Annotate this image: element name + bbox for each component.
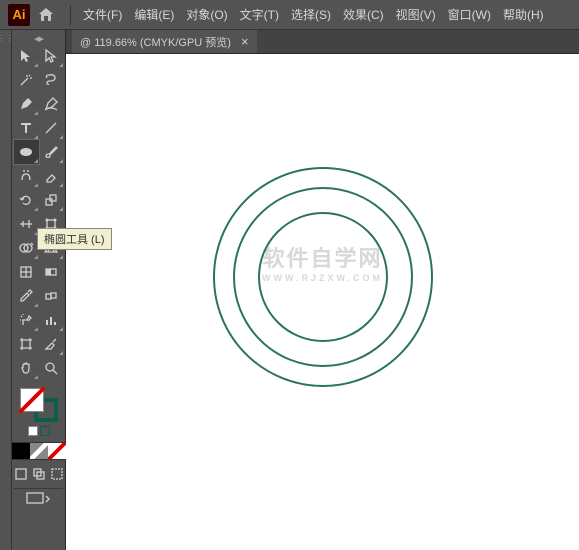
shaper-tool[interactable]: [14, 164, 39, 188]
ellipse-tool[interactable]: [14, 140, 39, 164]
eraser-tool[interactable]: [39, 164, 64, 188]
menu-select[interactable]: 选择(S): [285, 6, 337, 23]
menu-type[interactable]: 文字(T): [234, 6, 285, 23]
menu-window[interactable]: 窗口(W): [442, 6, 497, 23]
mesh-tool[interactable]: [14, 260, 39, 284]
menu-view[interactable]: 视图(V): [390, 6, 442, 23]
draw-normal-icon[interactable]: [13, 466, 29, 482]
app-logo: Ai: [8, 4, 30, 26]
color-controls: [14, 386, 63, 484]
type-tool[interactable]: [14, 116, 39, 140]
direct-selection-tool[interactable]: [39, 44, 64, 68]
width-tool[interactable]: [14, 212, 39, 236]
app-logo-text: Ai: [13, 7, 26, 22]
draw-mode-row: [13, 466, 65, 482]
document-tab-title: @ 119.66% (CMYK/GPU 预览): [80, 34, 231, 50]
lasso-tool[interactable]: [39, 68, 64, 92]
close-icon[interactable]: ×: [241, 34, 249, 49]
pen-tool[interactable]: [14, 92, 39, 116]
color-mode-row: [11, 442, 67, 460]
menu-object[interactable]: 对象(O): [180, 6, 233, 23]
menu-bar: Ai 文件(F) 编辑(E) 对象(O) 文字(T) 选择(S) 效果(C) 视…: [0, 0, 579, 30]
default-colors-icon[interactable]: [28, 426, 38, 436]
divider: [70, 5, 71, 25]
selection-tool[interactable]: [14, 44, 39, 68]
fill-stroke-control[interactable]: [20, 388, 58, 422]
toolbox-header[interactable]: ◀▶: [14, 34, 63, 44]
line-segment-tool[interactable]: [39, 116, 64, 140]
home-icon[interactable]: [36, 5, 56, 25]
slice-tool[interactable]: [39, 332, 64, 356]
color-swatch-solid[interactable]: [12, 443, 30, 459]
artwork-circles[interactable]: [213, 167, 433, 387]
shape-builder-tool[interactable]: [14, 236, 39, 260]
eyedropper-tool[interactable]: [14, 284, 39, 308]
artboard-tool[interactable]: [14, 332, 39, 356]
draw-inside-icon[interactable]: [49, 466, 65, 482]
document-tab[interactable]: @ 119.66% (CMYK/GPU 预览) ×: [72, 30, 257, 53]
paintbrush-tool[interactable]: [39, 140, 64, 164]
document-tab-bar: @ 119.66% (CMYK/GPU 预览) ×: [66, 30, 579, 54]
left-panel-strip: ⋮⋮: [0, 30, 12, 550]
hand-tool[interactable]: [14, 356, 39, 380]
color-swatch-none[interactable]: [48, 443, 66, 459]
tooltip: 椭圆工具 (L): [37, 228, 112, 250]
menu-help[interactable]: 帮助(H): [497, 6, 550, 23]
toolbox-panel: ◀▶: [12, 30, 66, 550]
screen-mode-button[interactable]: [14, 488, 63, 502]
column-graph-tool[interactable]: [39, 308, 64, 332]
rotate-tool[interactable]: [14, 188, 39, 212]
canvas[interactable]: 软件自学网 WWW.RJZXW.COM: [66, 54, 579, 550]
menu-edit[interactable]: 编辑(E): [128, 6, 180, 23]
swap-colors-icon[interactable]: [40, 426, 50, 436]
blend-tool[interactable]: [39, 284, 64, 308]
menu-file[interactable]: 文件(F): [77, 6, 128, 23]
gradient-tool[interactable]: [39, 260, 64, 284]
scale-tool[interactable]: [39, 188, 64, 212]
zoom-tool[interactable]: [39, 356, 64, 380]
menu-effect[interactable]: 效果(C): [337, 6, 390, 23]
fill-color-box[interactable]: [20, 388, 44, 412]
magic-wand-tool[interactable]: [14, 68, 39, 92]
symbol-sprayer-tool[interactable]: [14, 308, 39, 332]
curvature-tool[interactable]: [39, 92, 64, 116]
draw-behind-icon[interactable]: [31, 466, 47, 482]
color-swatch-gradient[interactable]: [30, 443, 48, 459]
circle-inner[interactable]: [258, 212, 388, 342]
